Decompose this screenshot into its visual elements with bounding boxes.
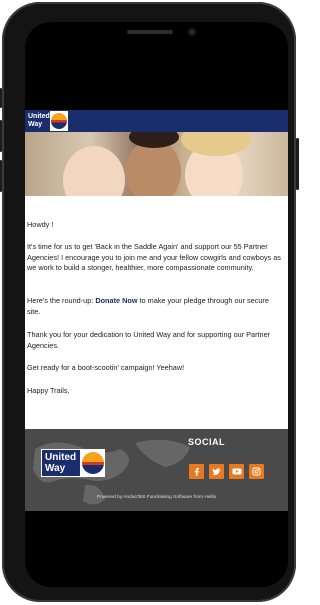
donate-now-link[interactable]: Donate Now bbox=[95, 296, 137, 305]
notch bbox=[83, 22, 230, 46]
speaker-icon bbox=[127, 30, 173, 34]
email-body: Howdy ! It's time for us to get 'Back in… bbox=[25, 196, 288, 444]
footer-logo-wordmark: United Way bbox=[42, 450, 80, 476]
logo-wordmark: United Way bbox=[26, 111, 50, 131]
instagram-icon[interactable] bbox=[249, 464, 264, 479]
footer-logo-line2: Way bbox=[45, 463, 66, 474]
footer-logo-line1: United bbox=[45, 452, 77, 463]
mute-switch bbox=[0, 88, 2, 108]
power-button bbox=[296, 138, 299, 190]
paragraph-campaign: Get ready for a boot-scootin' campaign! … bbox=[27, 363, 185, 372]
logo-line2: Way bbox=[28, 121, 43, 128]
youtube-icon[interactable] bbox=[229, 464, 244, 479]
camera-icon bbox=[188, 28, 196, 36]
roundup-text-before: Here's the round-up: bbox=[27, 296, 96, 305]
closing: Happy Trails, bbox=[27, 386, 70, 395]
phone-frame: United Way Howdy ! It's time for us to g… bbox=[0, 2, 299, 602]
footer-united-way-logo[interactable]: United Way bbox=[41, 449, 105, 477]
united-way-logo[interactable]: United Way bbox=[26, 111, 68, 131]
child-face-left bbox=[63, 146, 125, 196]
hero-image bbox=[25, 132, 288, 196]
social-heading: SOCIAL bbox=[188, 437, 226, 447]
logo-mark-icon bbox=[51, 113, 67, 129]
paragraph-thanks: Thank you for your dedication to United … bbox=[27, 330, 271, 350]
footer-logo-mark-icon bbox=[82, 452, 104, 474]
twitter-icon[interactable] bbox=[209, 464, 224, 479]
child-face-middle bbox=[125, 140, 181, 196]
powered-by-text: Powered by Andar/360 Fundraising Softwar… bbox=[96, 495, 217, 500]
phone-screen: United Way Howdy ! It's time for us to g… bbox=[25, 22, 288, 587]
paragraph-intro: It's time for us to get 'Back in the Sad… bbox=[27, 242, 281, 272]
greeting: Howdy ! bbox=[27, 220, 54, 229]
paragraph-roundup: Here's the round-up: Donate Now to make … bbox=[27, 296, 282, 317]
volume-down-button bbox=[0, 160, 2, 192]
facebook-icon[interactable] bbox=[189, 464, 204, 479]
logo-line1: United bbox=[28, 113, 50, 120]
email-footer: United Way SOCIAL Powered by Andar/360 F… bbox=[25, 429, 288, 511]
volume-up-button bbox=[0, 120, 2, 152]
